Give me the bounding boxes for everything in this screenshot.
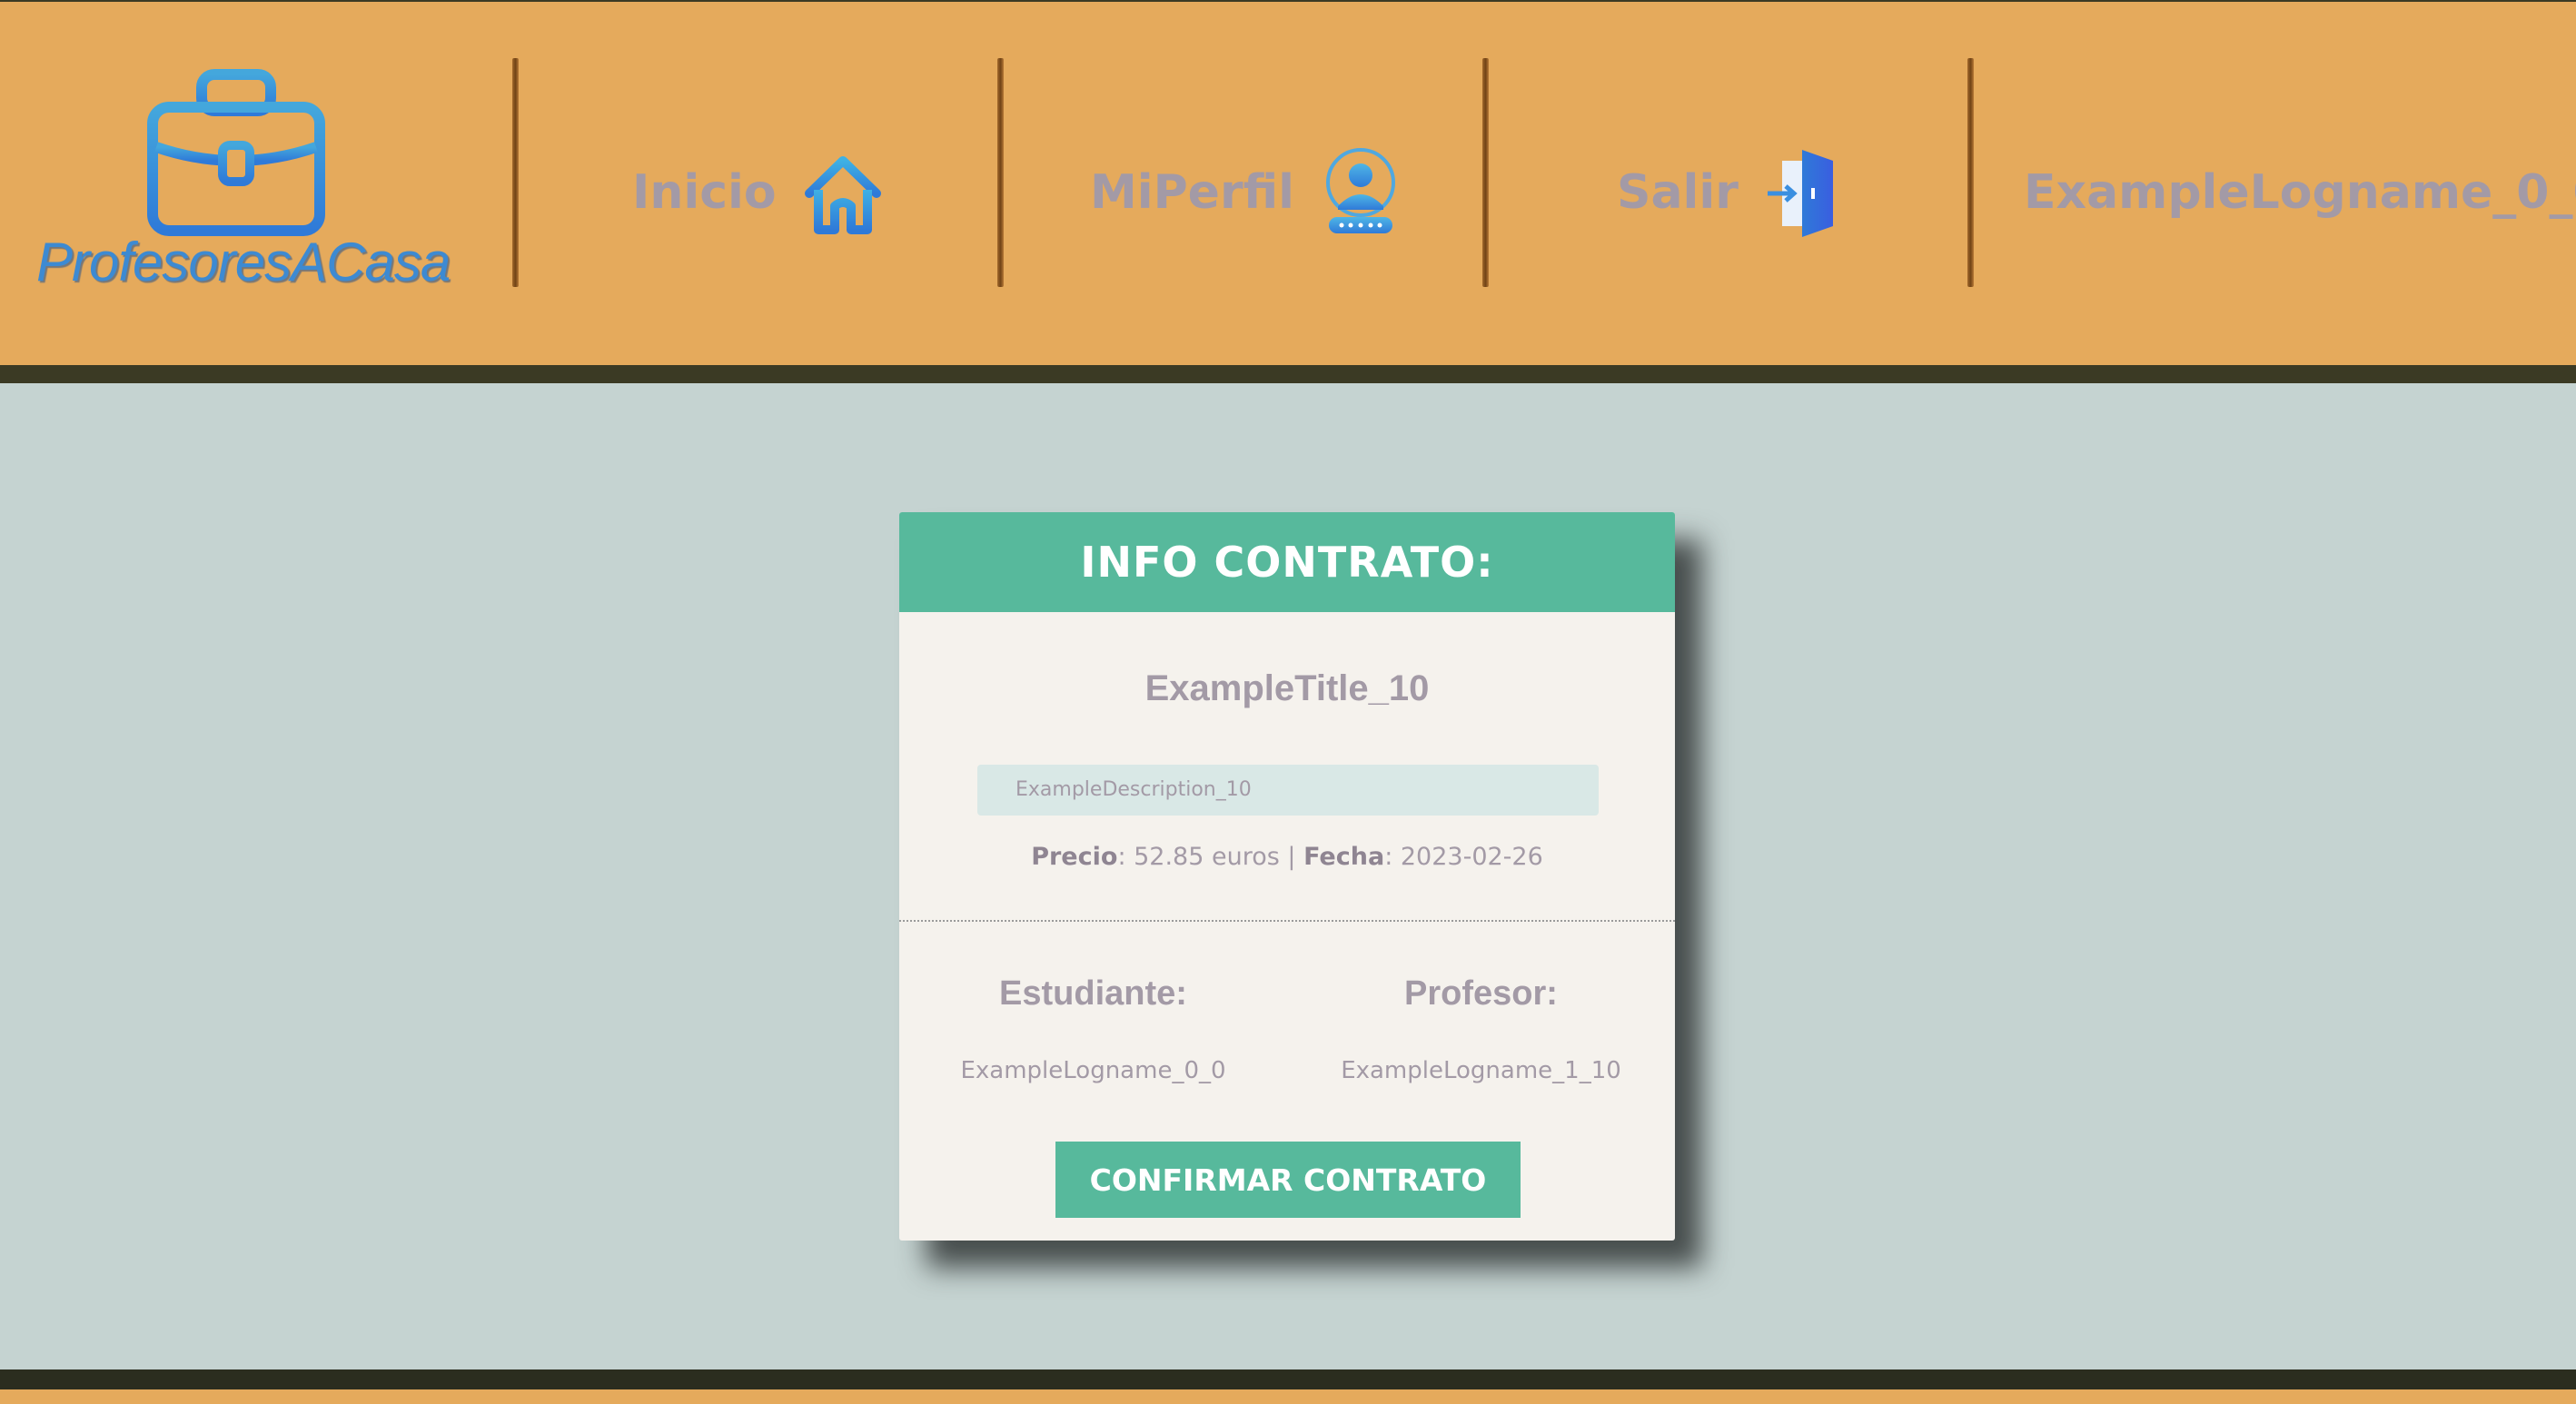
nav-item-username[interactable]: ExampleLogname_0_0	[2024, 138, 2576, 247]
date-value: : 2023-02-26	[1384, 843, 1543, 871]
nav-item-miperfil[interactable]: MiPerfil	[1090, 138, 1402, 247]
course-title: ExampleTitle_10	[1144, 668, 1430, 708]
nav-item-label: MiPerfil	[1090, 165, 1294, 220]
footer-top-bar	[0, 1369, 2576, 1389]
briefcase-icon	[147, 69, 325, 236]
nav-divider	[997, 58, 1004, 287]
price-value: : 52.85 euros |	[1117, 843, 1304, 871]
top-navbar: ProfesoresACasa Inicio MiPerfil Salir Ex…	[0, 0, 2576, 365]
price-date-line: Precio: 52.85 euros | Fecha: 2023-02-26	[899, 843, 1675, 871]
brand-name: ProfesoresACasa	[36, 232, 451, 292]
nav-item-label: Inicio	[632, 165, 777, 220]
logout-door-icon	[1767, 150, 1833, 237]
card-header: INFO CONTRATO:	[899, 512, 1675, 612]
nav-item-salir[interactable]: Salir	[1617, 138, 1846, 247]
confirm-contract-button[interactable]: CONFIRMAR CONTRATO	[1055, 1142, 1521, 1218]
brand-logo[interactable]: ProfesoresACasa	[36, 56, 451, 302]
nav-divider	[1482, 58, 1489, 287]
course-description: ExampleDescription_10	[977, 765, 1599, 816]
contract-card: INFO CONTRATO: ExampleTitle_10 ExampleDe…	[899, 512, 1675, 1241]
teacher-heading: Profesor:	[1404, 974, 1558, 1013]
teacher-column: Profesor: ExampleLogname_1_10	[1287, 966, 1675, 1084]
card-separator	[899, 920, 1675, 922]
home-icon	[804, 156, 881, 234]
student-column: Estudiante: ExampleLogname_0_0	[899, 966, 1287, 1084]
nav-username-label: ExampleLogname_0_0	[2024, 165, 2576, 220]
price-label: Precio	[1031, 843, 1118, 871]
user-profile-icon	[1325, 148, 1395, 233]
teacher-name: ExampleLogname_1_10	[1341, 1057, 1621, 1084]
nav-divider	[512, 58, 519, 287]
header-bottom-bar	[0, 365, 2576, 383]
footer	[0, 1389, 2576, 1404]
nav-item-inicio[interactable]: Inicio	[632, 138, 884, 247]
student-heading: Estudiante:	[999, 974, 1187, 1013]
date-label: Fecha	[1303, 843, 1385, 871]
nav-item-label: Salir	[1617, 165, 1739, 220]
card-title: INFO CONTRATO:	[1080, 538, 1494, 587]
nav-divider	[1967, 58, 1974, 287]
student-name: ExampleLogname_0_0	[960, 1057, 1226, 1084]
